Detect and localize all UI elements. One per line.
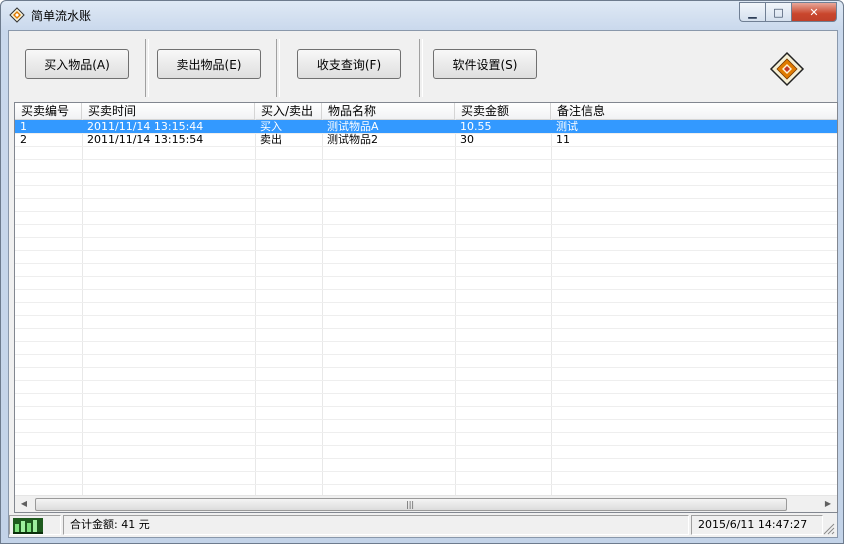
grid-row-line	[15, 263, 837, 264]
minimize-button[interactable]: ▁	[739, 2, 765, 22]
cell-id: 2	[20, 133, 27, 146]
grid-row-line	[15, 159, 837, 160]
status-bar: 合计金额: 41 元 2015/6/11 14:47:27	[9, 515, 837, 537]
status-logo-icon	[13, 518, 43, 534]
grid-row-line	[15, 185, 837, 186]
grid-row-line	[15, 445, 837, 446]
column-header-time[interactable]: 买卖时间	[82, 103, 255, 119]
scrollbar-thumb[interactable]: |||	[35, 498, 787, 511]
income-query-button[interactable]: 收支查询(F)	[297, 49, 401, 79]
column-header-type[interactable]: 买入/卖出	[255, 103, 322, 119]
settings-button[interactable]: 软件设置(S)	[433, 49, 537, 79]
grid-row-line	[15, 406, 837, 407]
grid-row-line	[15, 146, 837, 147]
total-amount-status: 合计金额: 41 元	[63, 515, 689, 535]
cell-item: 测试物品A	[327, 120, 379, 133]
cell-type: 买入	[260, 120, 282, 133]
scroll-left-arrow-icon[interactable]: ◀	[19, 499, 29, 509]
grid-row-line	[15, 211, 837, 212]
grid-row-line	[15, 289, 837, 290]
table-header: 买卖编号 买卖时间 买入/卖出 物品名称 买卖金额 备注信息	[15, 103, 837, 120]
cell-amount: 30	[460, 133, 474, 146]
grid-row-line	[15, 354, 837, 355]
maximize-button[interactable]: □	[765, 2, 791, 22]
cell-time: 2011/11/14 13:15:54	[87, 133, 204, 146]
datetime-status: 2015/6/11 14:47:27	[691, 515, 823, 535]
toolbar-divider	[145, 39, 149, 97]
title-bar[interactable]: 简单流水账 ▁ □ ✕	[1, 1, 843, 29]
window-title: 简单流水账	[31, 9, 92, 23]
grid-row-line	[15, 419, 837, 420]
table-row[interactable]: 2 2011/11/14 13:15:54 卖出 测试物品2 30 11	[15, 133, 837, 146]
grid-row-line	[15, 302, 837, 303]
toolbar-divider	[276, 39, 280, 97]
horizontal-scrollbar[interactable]: ◀ ||| ▶	[15, 495, 837, 512]
grid-row-line	[15, 198, 837, 199]
sell-item-button[interactable]: 卖出物品(E)	[157, 49, 261, 79]
grip-icon: |||	[406, 500, 415, 509]
grid-column-line	[455, 119, 456, 497]
grid-row-line	[15, 471, 837, 472]
cell-note: 11	[556, 133, 570, 146]
grid-column-line	[255, 119, 256, 497]
resize-grip-icon[interactable]	[823, 523, 835, 535]
records-table[interactable]: 买卖编号 买卖时间 买入/卖出 物品名称 买卖金额 备注信息 1 2011/11…	[14, 102, 838, 513]
grid-row-line	[15, 458, 837, 459]
grid-row-line	[15, 380, 837, 381]
buy-item-button[interactable]: 买入物品(A)	[25, 49, 129, 79]
toolbar: 买入物品(A) 卖出物品(E) 收支查询(F) 软件设置(S)	[9, 31, 837, 99]
grid-row-line	[15, 328, 837, 329]
cell-note: 测试	[556, 120, 578, 133]
grid-row-line	[15, 393, 837, 394]
cell-time: 2011/11/14 13:15:44	[87, 120, 204, 133]
cell-amount: 10.55	[460, 120, 492, 133]
close-button[interactable]: ✕	[791, 2, 837, 22]
grid-column-line	[82, 119, 83, 497]
grid-row-line	[15, 276, 837, 277]
toolbar-divider	[419, 39, 423, 97]
grid-row-line	[15, 237, 837, 238]
grid-row-line	[15, 224, 837, 225]
table-row[interactable]: 1 2011/11/14 13:15:44 买入 测试物品A 10.55 测试	[15, 120, 837, 133]
grid-row-line	[15, 432, 837, 433]
scroll-right-arrow-icon[interactable]: ▶	[823, 499, 833, 509]
app-window: 简单流水账 ▁ □ ✕ 买入物品(A) 卖出物品(E) 收支查询(F) 软件设置…	[0, 0, 844, 544]
app-logo-icon	[9, 7, 25, 23]
grid-row-line	[15, 341, 837, 342]
grid-row-line	[15, 367, 837, 368]
grid-row-line	[15, 250, 837, 251]
status-icon-panel	[9, 515, 61, 535]
grid-row-line	[15, 172, 837, 173]
grid-column-line	[551, 119, 552, 497]
cell-id: 1	[20, 120, 27, 133]
column-header-id[interactable]: 买卖编号	[15, 103, 82, 119]
column-header-amount[interactable]: 买卖金额	[455, 103, 551, 119]
cell-item: 测试物品2	[327, 133, 378, 146]
grid-row-line	[15, 315, 837, 316]
grid-column-line	[322, 119, 323, 497]
column-header-note[interactable]: 备注信息	[551, 103, 837, 119]
app-logo-icon	[769, 51, 805, 87]
cell-type: 卖出	[260, 133, 282, 146]
client-area: 买入物品(A) 卖出物品(E) 收支查询(F) 软件设置(S) 买卖编号 买卖时…	[8, 30, 838, 538]
column-header-item[interactable]: 物品名称	[322, 103, 455, 119]
grid-row-line	[15, 484, 837, 485]
